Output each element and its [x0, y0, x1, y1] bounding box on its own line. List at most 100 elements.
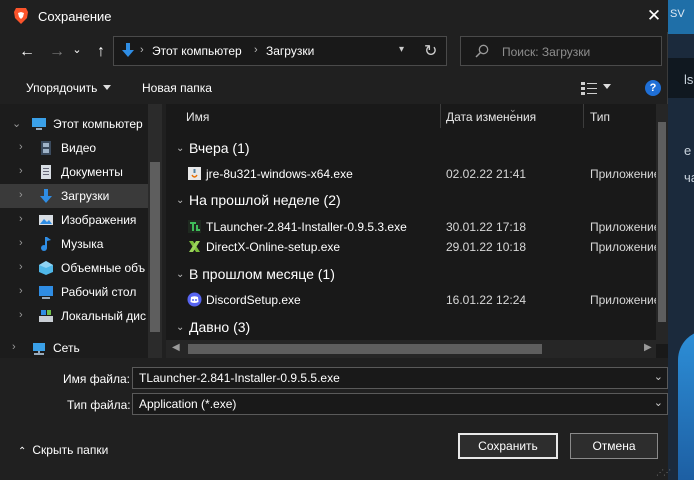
sidebar-item-label: Этот компьютер [53, 117, 143, 131]
address-bar[interactable]: › Этот компьютер › Загрузки ▾ ↻ [113, 36, 447, 66]
chevron-right-icon[interactable]: › [19, 261, 23, 273]
help-icon[interactable]: ? [645, 80, 661, 96]
chevron-up-icon: ⌃ [18, 446, 27, 457]
background-window-text: ls [684, 72, 694, 87]
save-button[interactable]: Сохранить [458, 433, 558, 459]
chevron-right-icon[interactable]: › [19, 237, 23, 249]
dialog-title: Сохранение [38, 9, 112, 24]
chevron-right-icon[interactable]: › [19, 213, 23, 225]
view-options-button[interactable] [581, 80, 611, 95]
sidebar-item-label: Локальный дис [61, 309, 146, 323]
desktop-icon [39, 286, 53, 299]
forward-arrow-icon[interactable]: → [46, 42, 68, 62]
group-header-last-month[interactable]: ⌄ В прошлом месяце (1) [166, 263, 656, 287]
chevron-right-icon[interactable]: › [19, 141, 23, 153]
computer-icon [32, 118, 46, 130]
sidebar-scrollbar-thumb[interactable] [150, 162, 160, 332]
music-icon [41, 237, 51, 251]
title-bar: Сохранение ✕ [0, 0, 668, 32]
video-icon [41, 141, 51, 155]
column-header-type[interactable]: Тип [583, 104, 656, 130]
breadcrumb-downloads[interactable]: Загрузки [266, 44, 314, 58]
save-dialog: Сохранение ✕ ← → ⌄ ↑ › Этот компьютер › … [0, 0, 671, 480]
file-date: 02.02.22 21:41 [446, 167, 527, 181]
scroll-left-icon[interactable]: ◀ [172, 342, 180, 353]
sidebar-item-this-pc[interactable]: ⌄ Этот компьютер [0, 112, 148, 136]
chevron-down-icon[interactable]: ⌄ [654, 370, 663, 383]
chevron-down-icon: ⌄ [176, 195, 185, 206]
sidebar-item-desktop[interactable]: › Рабочий стол [0, 280, 148, 304]
search-icon [475, 44, 489, 58]
chevron-right-icon[interactable]: › [19, 285, 23, 297]
command-bar: Упорядочить Новая папка [0, 72, 668, 104]
chevron-down-icon[interactable]: ⌄ [654, 396, 663, 409]
sidebar-item-label: Документы [61, 165, 123, 179]
column-header-name[interactable]: Имя [166, 104, 440, 130]
chevron-down-icon: ⌄ [176, 269, 185, 280]
back-arrow-icon[interactable]: ← [16, 42, 38, 62]
hide-folders-button[interactable]: ⌃ Скрыть папки [18, 443, 108, 457]
file-row[interactable]: TLauncher-2.841-Installer-0.9.5.3.exe 30… [166, 216, 660, 238]
breadcrumb-separator: › [140, 44, 144, 56]
chevron-right-icon[interactable]: › [19, 309, 23, 321]
chevron-down-icon: ⌄ [176, 322, 185, 333]
chevron-right-icon[interactable]: › [19, 189, 23, 201]
sidebar-item-network[interactable]: › Сеть [0, 336, 148, 358]
brave-browser-icon [14, 8, 28, 24]
file-row[interactable]: DiscordSetup.exe 16.01.22 12:24 Приложен… [166, 289, 660, 311]
resize-grip-icon[interactable]: ⋰⋰ [656, 468, 671, 477]
filetype-label: Тип файла: [67, 398, 131, 412]
sidebar-item-local-disk[interactable]: › Локальный дис [0, 304, 148, 328]
downloads-icon [122, 43, 134, 57]
cancel-button[interactable]: Отмена [570, 433, 658, 459]
sidebar-item-label: Изображения [61, 213, 137, 227]
group-header-last-week[interactable]: ⌄ На прошлой неделе (2) [166, 189, 656, 213]
sidebar-item-pictures[interactable]: › Изображения [0, 208, 148, 232]
chevron-right-icon[interactable]: › [12, 341, 16, 353]
search-box[interactable]: Поиск: Загрузки [460, 36, 662, 66]
chevron-down-icon [603, 84, 611, 89]
column-header-date[interactable]: Дата изменения [440, 104, 583, 130]
background-window-header: SV [668, 0, 694, 34]
group-header-long-ago[interactable]: ⌄ Давно (3) [166, 316, 656, 340]
filename-combobox[interactable]: TLauncher-2.841-Installer-0.9.5.5.exe ⌄ [132, 367, 668, 389]
sidebar-item-music[interactable]: › Музыка [0, 232, 148, 256]
file-row[interactable]: jre-8u321-windows-x64.exe 02.02.22 21:41… [166, 163, 660, 185]
filetype-combobox[interactable]: Application (*.exe) ⌄ [132, 393, 668, 415]
file-name: DirectX-Online-setup.exe [206, 240, 341, 254]
sidebar-item-video[interactable]: › Видео [0, 136, 148, 160]
up-arrow-icon[interactable]: ↑ [90, 42, 112, 62]
refresh-icon[interactable]: ↻ [424, 41, 437, 61]
organize-button[interactable]: Упорядочить [26, 81, 112, 95]
file-list-vertical-scrollbar-thumb[interactable] [658, 122, 666, 322]
close-button[interactable]: ✕ [640, 2, 668, 30]
group-header-yesterday[interactable]: ⌄ Вчера (1) [166, 137, 656, 161]
background-window-text: SV [670, 8, 685, 20]
navigation-pane: ⌄ Этот компьютер › Видео › Документы › З… [0, 104, 162, 358]
scroll-right-icon[interactable]: ▶ [644, 342, 652, 353]
sidebar-item-label: Видео [61, 141, 97, 155]
group-label: В прошлом месяце (1) [189, 266, 335, 282]
view-list-icon [581, 81, 597, 95]
background-window: SV ls е ча ЛА [668, 0, 694, 480]
group-label: Вчера (1) [189, 140, 250, 156]
file-name: jre-8u321-windows-x64.exe [206, 167, 353, 181]
sidebar-item-label: Рабочий стол [61, 285, 137, 299]
file-row[interactable]: DirectX-Online-setup.exe 29.01.22 10:18 … [166, 236, 660, 258]
recent-locations-chevron-icon[interactable]: ⌄ [70, 40, 84, 60]
file-name: DiscordSetup.exe [206, 293, 301, 307]
network-icon [33, 343, 45, 355]
sidebar-item-documents[interactable]: › Документы [0, 160, 148, 184]
breadcrumb-this-pc[interactable]: Этот компьютер [152, 44, 242, 58]
file-date: 29.01.22 10:18 [446, 240, 527, 254]
chevron-right-icon[interactable]: › [19, 165, 23, 177]
sidebar-item-label: Загрузки [61, 189, 110, 203]
file-list-horizontal-scrollbar-thumb[interactable] [188, 344, 542, 354]
sidebar-item-3d-objects[interactable]: › Объемные объ [0, 256, 148, 280]
sidebar-item-downloads[interactable]: › Загрузки [0, 184, 148, 208]
address-dropdown-icon[interactable]: ▾ [399, 44, 404, 55]
filename-label: Имя файла: [63, 372, 130, 386]
new-folder-button[interactable]: Новая папка [142, 81, 212, 95]
chevron-down-icon[interactable]: ⌄ [12, 117, 21, 130]
file-type: Приложение [590, 240, 661, 254]
